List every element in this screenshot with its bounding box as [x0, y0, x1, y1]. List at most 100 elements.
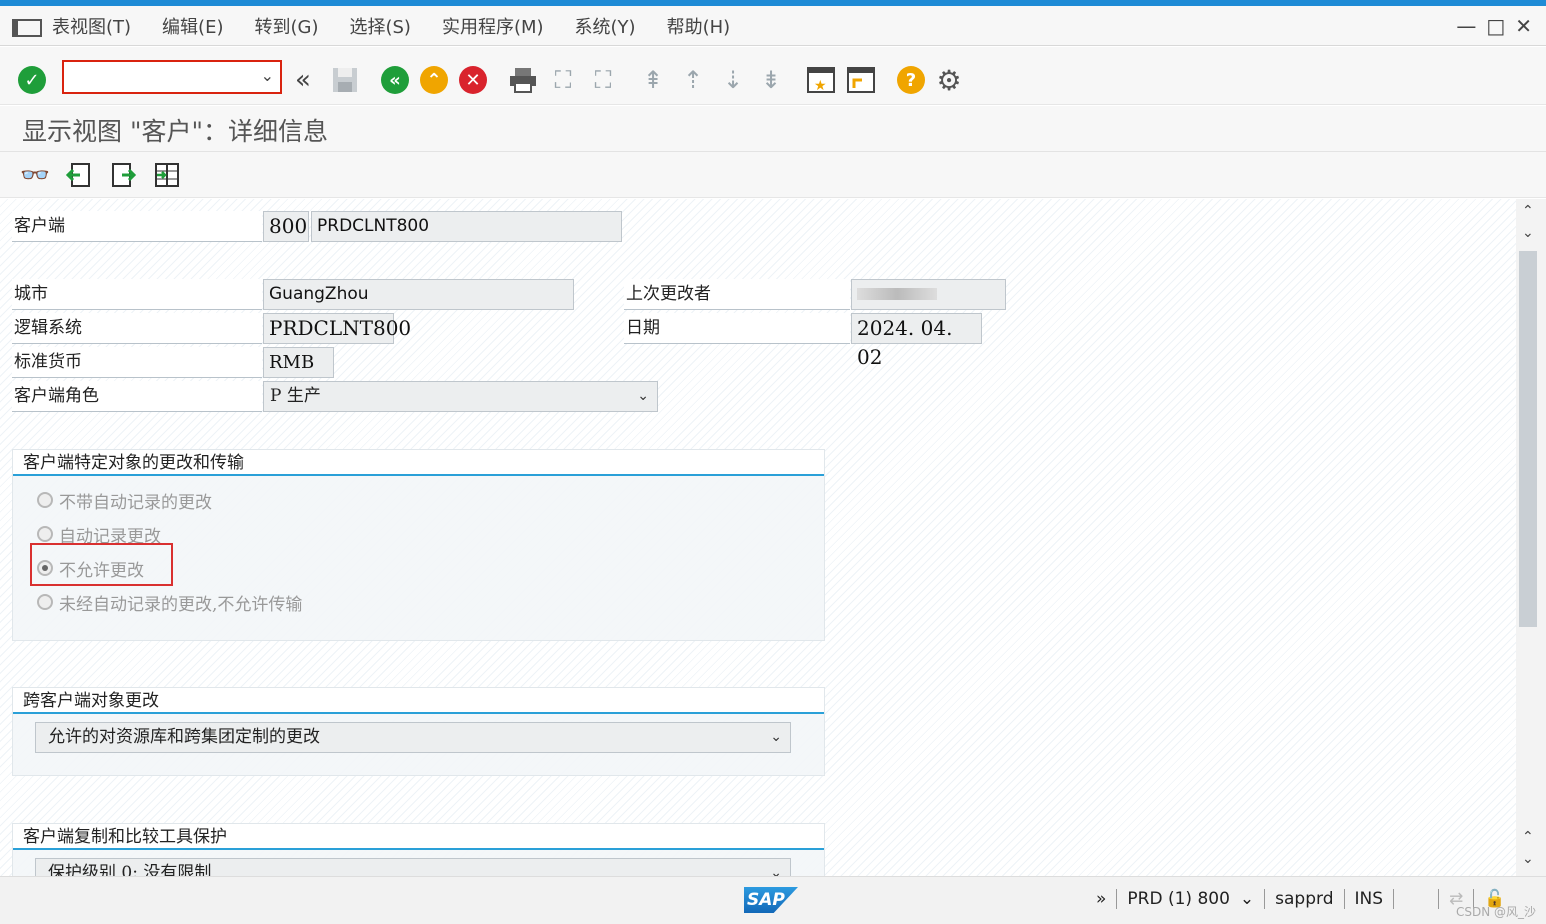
radio-option-no-transports-allowed[interactable]: 未经自动记录的更改,不允许传输	[37, 588, 302, 616]
date-label: 日期	[624, 313, 850, 344]
select-block-button[interactable]	[152, 160, 182, 190]
menu-edit[interactable]: 编辑(E)	[162, 13, 223, 39]
title-bar: 显示视图 "客户"：详细信息	[0, 106, 1546, 152]
client-role-dropdown[interactable]: P 生产 ⌄	[263, 381, 658, 412]
first-page-icon[interactable]: ⇞	[638, 65, 668, 95]
minimize-button[interactable]: —	[1456, 14, 1476, 38]
menu-goto[interactable]: 转到(G)	[254, 13, 318, 39]
radio-button[interactable]	[37, 594, 53, 610]
watermark: CSDN @风_沙	[1455, 905, 1536, 919]
content-area: 客户端 800 PRDCLNT800 城市 GuangZhou 上次更改者 逻辑…	[0, 199, 1516, 876]
system-info[interactable]: PRD (1) 800	[1127, 889, 1230, 909]
create-session-button[interactable]: ★	[806, 65, 836, 95]
group-title: 跨客户端对象更改	[13, 688, 824, 714]
menu-table-view[interactable]: 表视图(T)	[52, 13, 131, 39]
back-button[interactable]: «	[380, 65, 410, 95]
server-name: sapprd	[1275, 889, 1334, 909]
client-role-value: P 生产	[270, 386, 321, 406]
radio-option-changes-without-recording[interactable]: 不带自动记录的更改	[37, 486, 212, 514]
find-icon[interactable]: ⛶	[548, 65, 578, 95]
close-window-button[interactable]: ✕	[1515, 14, 1532, 38]
shortcut-icon	[847, 67, 875, 93]
previous-entry-button[interactable]	[64, 160, 94, 190]
vertical-scrollbar[interactable]: ⌃ ⌄ ⌃ ⌄	[1516, 199, 1546, 876]
next-entry-button[interactable]	[108, 160, 138, 190]
last-changed-by-field	[851, 279, 1006, 310]
menu-select[interactable]: 选择(S)	[349, 13, 410, 39]
sap-logo: SAP	[744, 887, 798, 913]
last-page-icon[interactable]: ⇟	[756, 65, 786, 95]
menu-system[interactable]: 系统(Y)	[575, 13, 636, 39]
exit-button[interactable]: ⌃	[419, 65, 449, 95]
next-page-icon[interactable]: ⇣	[718, 65, 748, 95]
logical-system-label: 逻辑系统	[12, 313, 262, 344]
copy-protection-value: 保护级别 0: 没有限制	[48, 863, 212, 876]
print-button[interactable]	[508, 65, 538, 95]
scroll-bottom-icon[interactable]: ⌄	[1522, 851, 1534, 867]
copy-protection-dropdown[interactable]: 保护级别 0: 没有限制 ⌄	[35, 858, 791, 876]
group-title: 客户端复制和比较工具保护	[13, 824, 824, 850]
command-input[interactable]	[70, 62, 260, 90]
client-role-label: 客户端角色	[12, 381, 262, 412]
settings-gear-icon[interactable]: ⚙	[934, 64, 964, 97]
divider	[1116, 889, 1118, 909]
standard-toolbar: ✓ ⌄ « « ⌃ ✕ ⛶ ⛶ ⇞ ⇡ ⇣ ⇟ ★ ? ⚙	[0, 47, 1546, 105]
page-title: 显示视图 "客户"：详细信息	[22, 117, 328, 146]
currency-field: RMB	[263, 347, 334, 378]
radio-button[interactable]	[37, 526, 53, 542]
city-field: GuangZhou	[263, 279, 574, 310]
cross-client-dropdown[interactable]: 允许的对资源库和跨集团定制的更改 ⌄	[35, 722, 791, 753]
cross-client-value: 允许的对资源库和跨集团定制的更改	[48, 727, 320, 747]
menu-help[interactable]: 帮助(H)	[667, 13, 731, 39]
radio-button-selected[interactable]	[37, 560, 53, 576]
radio-label: 自动记录更改	[59, 526, 161, 547]
radio-button[interactable]	[37, 492, 53, 508]
client-specific-changes-group: 客户端特定对象的更改和传输 不带自动记录的更改 自动记录更改 不允许更改 未经自…	[12, 449, 825, 641]
group-title: 客户端特定对象的更改和传输	[13, 450, 824, 476]
scrollbar-thumb[interactable]	[1519, 251, 1537, 627]
previous-page-icon[interactable]: ⇡	[678, 65, 708, 95]
client-label: 客户端	[12, 211, 262, 242]
chevron-down-icon[interactable]: ⌄	[261, 66, 274, 85]
menu-icon[interactable]	[12, 17, 42, 37]
logical-system-field: PRDCLNT800	[263, 313, 411, 344]
input-mode[interactable]: INS	[1355, 889, 1384, 909]
shortcut-button[interactable]	[846, 65, 876, 95]
help-icon: ?	[897, 66, 925, 94]
status-bar: SAP » PRD (1) 800 ⌄ sapprd INS ⇄ 🔓 CSDN …	[0, 876, 1546, 924]
chevron-down-icon: ⌄	[637, 388, 649, 404]
expand-status-icon[interactable]: »	[1096, 889, 1106, 909]
checkmark-icon: ✓	[18, 66, 46, 94]
cross-client-changes-group: 跨客户端对象更改 允许的对资源库和跨集团定制的更改 ⌄	[12, 687, 825, 776]
display-change-glasses-icon[interactable]: 👓	[20, 160, 50, 190]
scroll-up-icon[interactable]: ⌄	[1522, 225, 1534, 241]
collapse-command-icon[interactable]: «	[288, 65, 318, 95]
divider	[1438, 889, 1440, 909]
cancel-button[interactable]: ✕	[458, 65, 488, 95]
window-controls: — □ ✕	[1456, 14, 1532, 38]
client-name-field: PRDCLNT800	[311, 211, 622, 242]
chevron-down-icon: ⌄	[770, 865, 782, 876]
save-icon	[333, 68, 357, 92]
enter-button[interactable]: ✓	[17, 65, 47, 95]
exit-icon: ⌃	[420, 66, 448, 94]
application-toolbar: 👓	[0, 152, 1546, 198]
maximize-button[interactable]: □	[1486, 14, 1505, 38]
back-icon: «	[381, 66, 409, 94]
scroll-down-icon[interactable]: ⌃	[1522, 829, 1534, 845]
scroll-top-icon[interactable]: ⌃	[1522, 203, 1534, 219]
date-field: 2024. 04. 02	[851, 313, 982, 369]
help-button[interactable]: ?	[896, 65, 926, 95]
chevron-down-icon: ⌄	[770, 729, 782, 745]
chevron-down-icon[interactable]: ⌄	[1240, 889, 1254, 909]
radio-option-no-changes-allowed[interactable]: 不允许更改	[37, 554, 144, 582]
client-number-field: 800	[263, 211, 309, 242]
find-next-icon[interactable]: ⛶	[588, 65, 618, 95]
blurred-username	[857, 288, 937, 300]
menu-utilities[interactable]: 实用程序(M)	[442, 13, 544, 39]
radio-option-automatic-recording[interactable]: 自动记录更改	[37, 520, 161, 548]
radio-label: 不允许更改	[59, 560, 144, 581]
command-field[interactable]: ⌄	[62, 60, 282, 94]
previous-entry-icon	[66, 163, 90, 187]
save-button[interactable]	[330, 65, 360, 95]
